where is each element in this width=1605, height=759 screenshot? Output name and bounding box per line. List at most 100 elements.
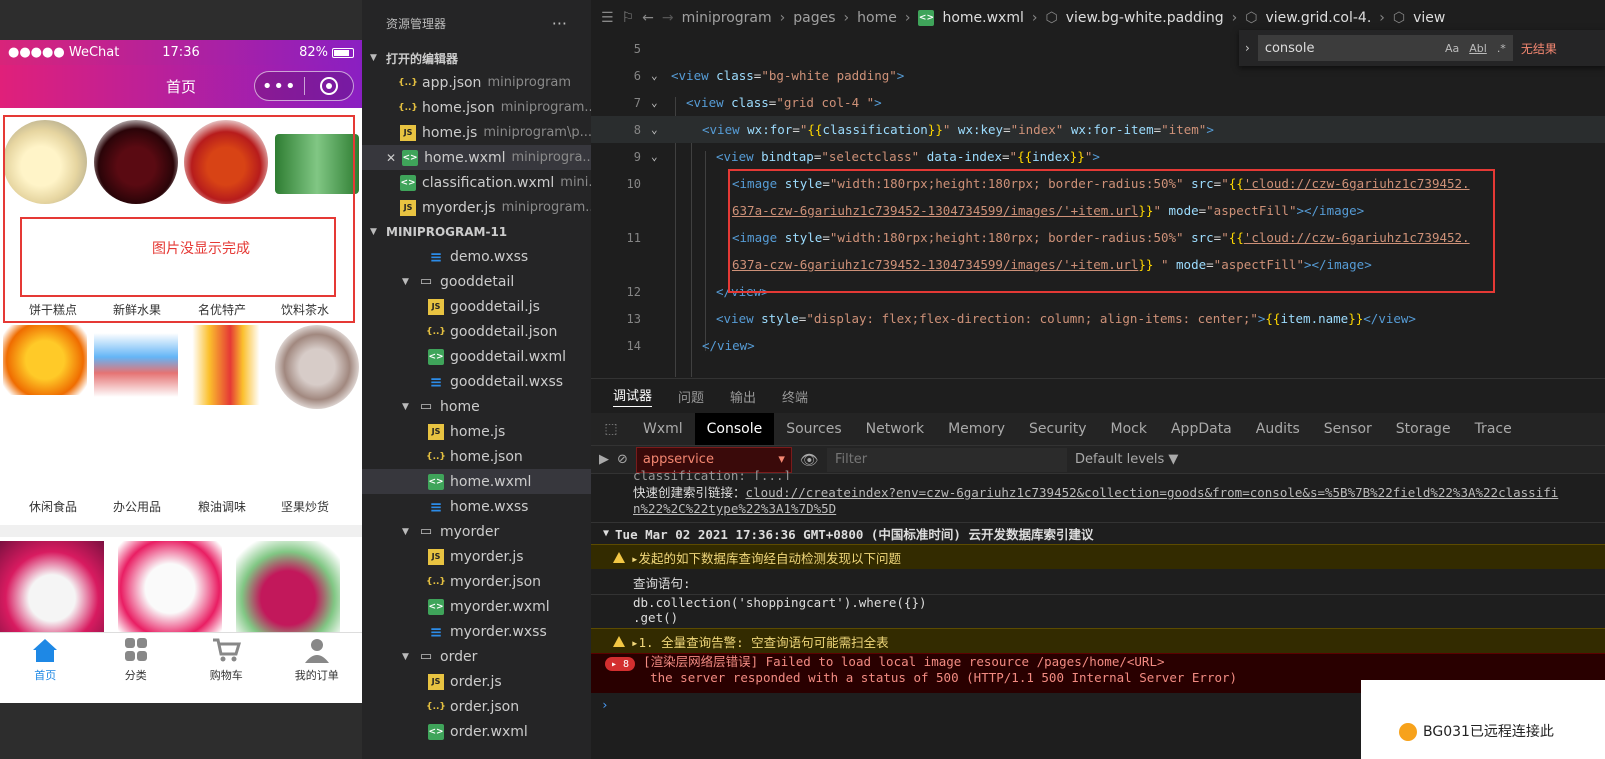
devtools-tab-wxml[interactable]: Wxml (631, 413, 695, 445)
product-image[interactable] (0, 541, 104, 636)
file-path: miniprogram... (500, 100, 591, 115)
file-item[interactable]: JS gooddetail.js (362, 294, 591, 319)
fold-chevron-icon[interactable]: ⌄ (651, 150, 658, 163)
console-warning[interactable]: ▸发起的如下数据库查询经自动检测发现以下问题 (591, 544, 1605, 569)
tab-category[interactable]: 分类 (91, 633, 182, 687)
devtools-tab-storage[interactable]: Storage (1384, 413, 1463, 445)
more-menu-icon[interactable]: ••• (255, 76, 304, 97)
breadcrumb-item[interactable]: view.grid.col-4. (1265, 10, 1371, 26)
json-file-icon: {..} (426, 326, 446, 337)
product-image[interactable] (118, 541, 222, 636)
devtools-tab-trace[interactable]: Trace (1463, 413, 1524, 445)
file-item[interactable]: {..} order.json (362, 694, 591, 719)
breadcrumb-item[interactable]: home.wxml (942, 10, 1023, 26)
tab-terminal[interactable]: 终端 (782, 387, 808, 406)
devtools-tab-sources[interactable]: Sources (774, 413, 853, 445)
file-item[interactable]: <> order.wxml (362, 719, 591, 744)
code-token: "item" (1161, 122, 1207, 137)
folder-item[interactable]: ▼ ▭ gooddetail (362, 269, 591, 294)
cart-icon (213, 638, 242, 662)
open-editor-item[interactable]: <> classification.wxml mini... (362, 170, 591, 195)
folder-item[interactable]: ▼ ▭ myorder (362, 519, 591, 544)
open-editors-header[interactable]: ▼ 打开的编辑器 (362, 46, 591, 70)
tab-home[interactable]: 首页 (0, 633, 91, 687)
fold-chevron-icon[interactable]: ⌄ (651, 69, 658, 82)
file-item[interactable]: ≡ gooddetail.wxss (362, 369, 591, 394)
devtools-tab-sensor[interactable]: Sensor (1312, 413, 1384, 445)
folder-item[interactable]: ▼ ▭ order (362, 644, 591, 669)
devtools-tab-audits[interactable]: Audits (1244, 413, 1312, 445)
breadcrumb-item[interactable]: pages (793, 10, 835, 26)
fold-chevron-icon[interactable]: ⌄ (651, 96, 658, 109)
breadcrumb-item[interactable]: view.bg-white.padding (1066, 10, 1224, 26)
breadcrumb-item[interactable]: view (1413, 10, 1445, 26)
category-thumb-snacks[interactable] (3, 325, 88, 395)
file-item[interactable]: JS home.js (362, 419, 591, 444)
clear-console-icon[interactable]: ⊘ (617, 452, 628, 467)
file-name: home.wxml (424, 149, 506, 166)
sidebar-toggle-icon[interactable]: ▶ (599, 452, 609, 467)
chevron-down-icon: ▼ (603, 528, 610, 539)
devtools-tab-network[interactable]: Network (854, 413, 936, 445)
tab-output[interactable]: 输出 (730, 387, 756, 406)
devtools-tab-security[interactable]: Security (1017, 413, 1099, 445)
close-icon[interactable]: ✕ (386, 151, 396, 165)
file-item[interactable]: {..} myorder.json (362, 569, 591, 594)
forward-arrow-icon[interactable]: → (662, 10, 674, 26)
eye-icon[interactable]: 👁 (800, 451, 819, 469)
open-editor-item[interactable]: JS myorder.js miniprogram... (362, 195, 591, 220)
file-item[interactable]: {..} gooddetail.json (362, 319, 591, 344)
open-editor-item[interactable]: ✕ <> home.wxml miniprogra... (362, 145, 591, 170)
file-item[interactable]: ≡ home.wxss (362, 494, 591, 519)
open-editor-item[interactable]: {..} app.json miniprogram (362, 70, 591, 95)
breadcrumb-item[interactable]: miniprogram (682, 10, 772, 26)
category-thumb-office[interactable] (93, 325, 178, 405)
file-item[interactable]: ≡ demo.wxss (362, 244, 591, 269)
category-thumb-grain-oil[interactable] (184, 325, 269, 405)
fold-chevron-icon[interactable]: ⌄ (651, 123, 658, 136)
code-token: <view (716, 149, 762, 164)
console-warning[interactable]: ▸1. 全量查询告警: 空查询语句可能需扫全表 (591, 628, 1605, 653)
list-icon[interactable]: ☰ (601, 10, 614, 26)
file-name: myorder.js (450, 548, 524, 565)
devtools-tab-mock[interactable]: Mock (1099, 413, 1159, 445)
devtools-tab-memory[interactable]: Memory (936, 413, 1017, 445)
category-thumb-nuts[interactable] (274, 325, 359, 409)
file-name: gooddetail.json (450, 323, 558, 340)
log-levels-select[interactable]: Default levels ▼ (1075, 452, 1178, 467)
back-arrow-icon[interactable]: ← (642, 10, 654, 26)
project-header[interactable]: ▼ MINIPROGRAM-11 (362, 220, 591, 244)
file-item[interactable]: JS myorder.js (362, 544, 591, 569)
open-editor-item[interactable]: {..} home.json miniprogram... (362, 95, 591, 120)
tab-my-orders[interactable]: 我的订单 (272, 633, 363, 687)
breadcrumb-item[interactable]: home (857, 10, 897, 26)
product-image[interactable] (236, 541, 340, 636)
chevron-down-icon: ▼ (370, 53, 377, 63)
phone-simulator: ●●●●● WeChat 17:36 82% 首页 ••• 图片没显示完成 饼干… (0, 0, 362, 759)
devtools-tab-appdata[interactable]: AppData (1159, 413, 1244, 445)
more-actions-icon[interactable]: ··· (552, 14, 567, 33)
close-miniprogram-button[interactable] (305, 77, 354, 95)
inspect-element-icon[interactable]: ⬚ (591, 413, 631, 445)
tab-cart[interactable]: 购物车 (181, 633, 272, 687)
createindex-link[interactable]: cloud://createindex?env=czw-6gariuhz1c73… (746, 485, 1559, 500)
console-group-header[interactable]: ▼ Tue Mar 02 2021 17:36:36 GMT+0800 (中国标… (591, 522, 1605, 544)
tab-debugger[interactable]: 调试器 (613, 385, 653, 407)
file-item[interactable]: ≡ myorder.wxss (362, 619, 591, 644)
line-number: 9 (633, 149, 641, 164)
line-number: 12 (626, 284, 641, 299)
console-text: db.collection('shoppingcart').where({}) (633, 595, 927, 610)
folder-item[interactable]: ▼ ▭ home (362, 394, 591, 419)
createindex-link-cont[interactable]: n%22%2C%22type%22%3A1%7D%5D (633, 501, 836, 516)
file-item[interactable]: {..} home.json (362, 444, 591, 469)
bookmark-icon[interactable]: ⚐ (622, 10, 635, 26)
file-item[interactable]: <> myorder.wxml (362, 594, 591, 619)
file-item[interactable]: <> gooddetail.wxml (362, 344, 591, 369)
remote-connection-toast[interactable]: BG031已远程连接此 (1361, 680, 1605, 759)
tab-problems[interactable]: 问题 (678, 387, 704, 406)
open-editor-item[interactable]: JS home.js miniprogram\p... (362, 120, 591, 145)
file-item[interactable]: <> home.wxml (362, 469, 591, 494)
file-path: miniprogram (487, 75, 572, 90)
devtools-tab-console[interactable]: Console (694, 413, 775, 445)
file-item[interactable]: JS order.js (362, 669, 591, 694)
